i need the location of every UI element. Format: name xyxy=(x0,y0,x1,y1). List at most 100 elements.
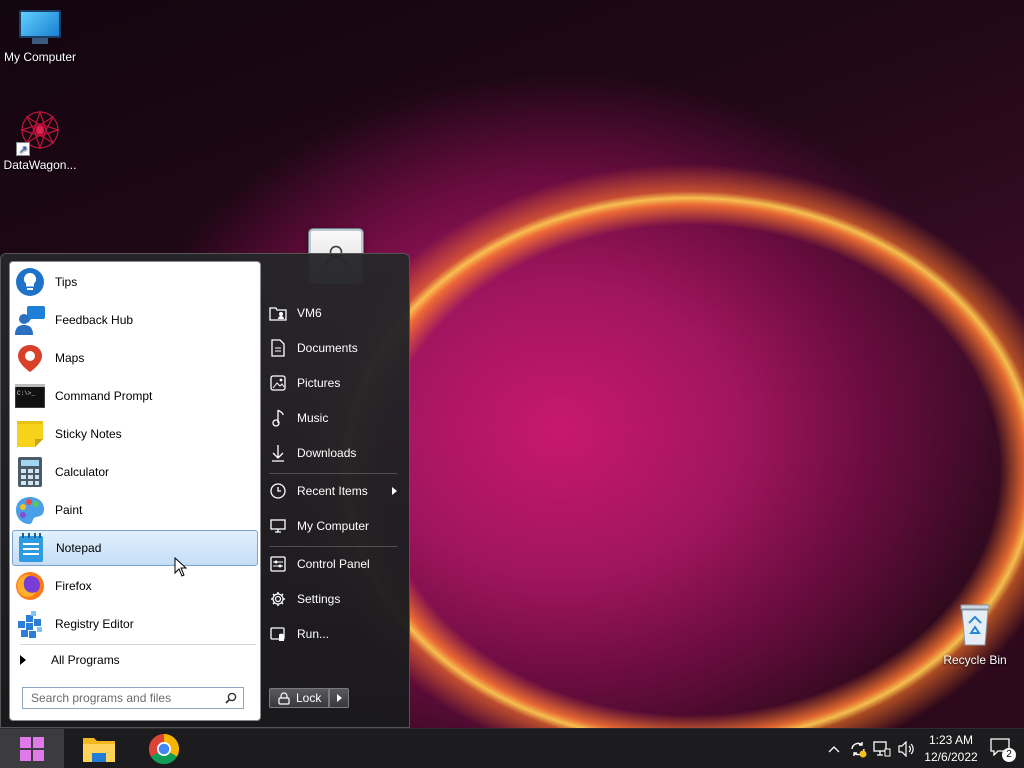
clock-time: 1:23 AM xyxy=(928,733,974,747)
taskbar-file-explorer[interactable] xyxy=(75,729,123,768)
place-item-my-computer[interactable]: My Computer xyxy=(269,511,399,541)
network-icon xyxy=(873,741,891,757)
places-divider xyxy=(269,473,397,474)
paint-icon xyxy=(14,494,46,526)
program-item-calculator[interactable]: Calculator xyxy=(12,454,258,490)
lock-button[interactable]: Lock xyxy=(269,688,329,708)
taskbar-chrome[interactable] xyxy=(140,729,188,768)
program-item-feedback-hub[interactable]: Feedback Hub xyxy=(12,302,258,338)
search-icon[interactable] xyxy=(225,692,237,704)
recycle-bin-icon xyxy=(960,604,990,646)
place-label: Run... xyxy=(297,627,330,641)
desktop-icon-datawagon[interactable]: ↗ DataWagon... xyxy=(0,108,80,172)
search-box[interactable] xyxy=(22,687,244,709)
place-label: VM6 xyxy=(297,306,322,320)
power-options-button[interactable] xyxy=(329,688,349,708)
desktop-icon-label: My Computer xyxy=(3,50,77,64)
program-label: Sticky Notes xyxy=(55,427,122,441)
place-item-recent-items[interactable]: Recent Items xyxy=(269,476,399,506)
notification-badge: 2 xyxy=(1002,748,1016,762)
taskbar: 1:23 AM 12/6/2022 2 xyxy=(0,728,1024,768)
search-input[interactable] xyxy=(31,691,211,705)
place-label: Pictures xyxy=(297,376,341,390)
program-label: Firefox xyxy=(55,579,92,593)
triangle-right-icon xyxy=(336,694,342,702)
place-label: My Computer xyxy=(297,519,370,533)
gear-icon xyxy=(269,590,287,608)
sticky-notes-icon xyxy=(14,418,46,450)
program-item-maps[interactable]: Maps xyxy=(12,340,258,376)
program-item-tips[interactable]: Tips xyxy=(12,264,258,300)
program-label: Paint xyxy=(55,503,83,517)
monitor-icon xyxy=(19,10,61,44)
place-item-control-panel[interactable]: Control Panel xyxy=(269,549,399,579)
chevron-up-icon xyxy=(828,746,840,753)
desktop-icon-label: DataWagon... xyxy=(3,158,77,172)
speaker-icon xyxy=(898,741,914,757)
program-item-paint[interactable]: Paint xyxy=(12,492,258,528)
triangle-right-icon xyxy=(20,655,26,665)
place-item-run[interactable]: Run... xyxy=(269,619,399,649)
clock-icon xyxy=(269,482,287,500)
program-label: Command Prompt xyxy=(55,389,153,403)
windows-logo-icon xyxy=(20,737,44,761)
clock-date: 12/6/2022 xyxy=(924,750,978,764)
places-divider xyxy=(269,546,397,547)
datawagon-icon: ↗ xyxy=(16,108,64,156)
tray-sync[interactable] xyxy=(848,729,868,768)
place-item-music[interactable]: Music xyxy=(269,403,399,433)
place-item-pictures[interactable]: Pictures xyxy=(269,368,399,398)
program-item-command-prompt[interactable]: C:\>_ Command Prompt xyxy=(12,378,258,414)
all-programs-button[interactable]: All Programs xyxy=(10,648,260,672)
programs-pane: Tips Feedback Hub Maps C:\>_ Command Pro… xyxy=(9,261,261,721)
notification-center-button[interactable]: 2 xyxy=(990,738,1016,762)
program-label: Notepad xyxy=(56,541,102,555)
recycle-bin-label: Recycle Bin xyxy=(943,653,1007,667)
program-item-registry-editor[interactable]: Registry Editor xyxy=(12,606,258,642)
place-label: Recent Items xyxy=(297,484,368,498)
desktop-icon-my-computer[interactable]: My Computer xyxy=(0,10,80,64)
program-item-sticky-notes[interactable]: Sticky Notes xyxy=(12,416,258,452)
program-label: Registry Editor xyxy=(55,617,134,631)
sync-warning-icon xyxy=(851,742,867,758)
tips-icon xyxy=(14,266,46,298)
lock-icon xyxy=(278,691,290,705)
svg-text:C:\>_: C:\>_ xyxy=(17,390,35,397)
download-icon xyxy=(269,444,287,462)
control-panel-icon xyxy=(269,555,287,573)
place-item-downloads[interactable]: Downloads xyxy=(269,438,399,468)
run-icon xyxy=(269,625,287,643)
programs-divider xyxy=(20,644,256,645)
place-item-documents[interactable]: Documents xyxy=(269,333,399,363)
submenu-arrow-icon xyxy=(392,487,397,495)
mouse-cursor xyxy=(174,557,188,577)
feedback-hub-icon xyxy=(14,304,46,336)
desktop-icon-recycle-bin[interactable]: Recycle Bin xyxy=(940,603,1010,667)
lock-label: Lock xyxy=(296,691,322,705)
tray-show-hidden[interactable] xyxy=(826,729,842,768)
place-item-user-folder[interactable]: VM6 xyxy=(269,298,399,328)
program-label: Calculator xyxy=(55,465,110,479)
program-item-firefox[interactable]: Firefox xyxy=(12,568,258,604)
start-button[interactable] xyxy=(0,729,64,768)
picture-icon xyxy=(269,374,287,392)
program-item-notepad[interactable]: Notepad xyxy=(12,530,258,566)
tray-network[interactable] xyxy=(872,729,892,768)
chrome-icon xyxy=(148,734,180,765)
start-menu: Tips Feedback Hub Maps C:\>_ Command Pro… xyxy=(0,253,410,728)
document-icon xyxy=(269,339,287,357)
taskbar-clock[interactable]: 1:23 AM 12/6/2022 xyxy=(920,732,982,766)
place-item-settings[interactable]: Settings xyxy=(269,584,399,614)
program-label: Maps xyxy=(55,351,85,365)
program-label: Tips xyxy=(55,275,78,289)
shortcut-arrow-icon: ↗ xyxy=(16,142,30,156)
registry-editor-icon xyxy=(14,608,46,640)
place-label: Control Panel xyxy=(297,557,370,571)
command-prompt-icon: C:\>_ xyxy=(14,380,46,412)
tray-volume[interactable] xyxy=(897,729,917,768)
user-folder-icon xyxy=(269,304,287,322)
program-label: Feedback Hub xyxy=(55,313,134,327)
place-label: Music xyxy=(297,411,329,425)
place-label: Settings xyxy=(297,592,341,606)
all-programs-label: All Programs xyxy=(51,653,120,667)
